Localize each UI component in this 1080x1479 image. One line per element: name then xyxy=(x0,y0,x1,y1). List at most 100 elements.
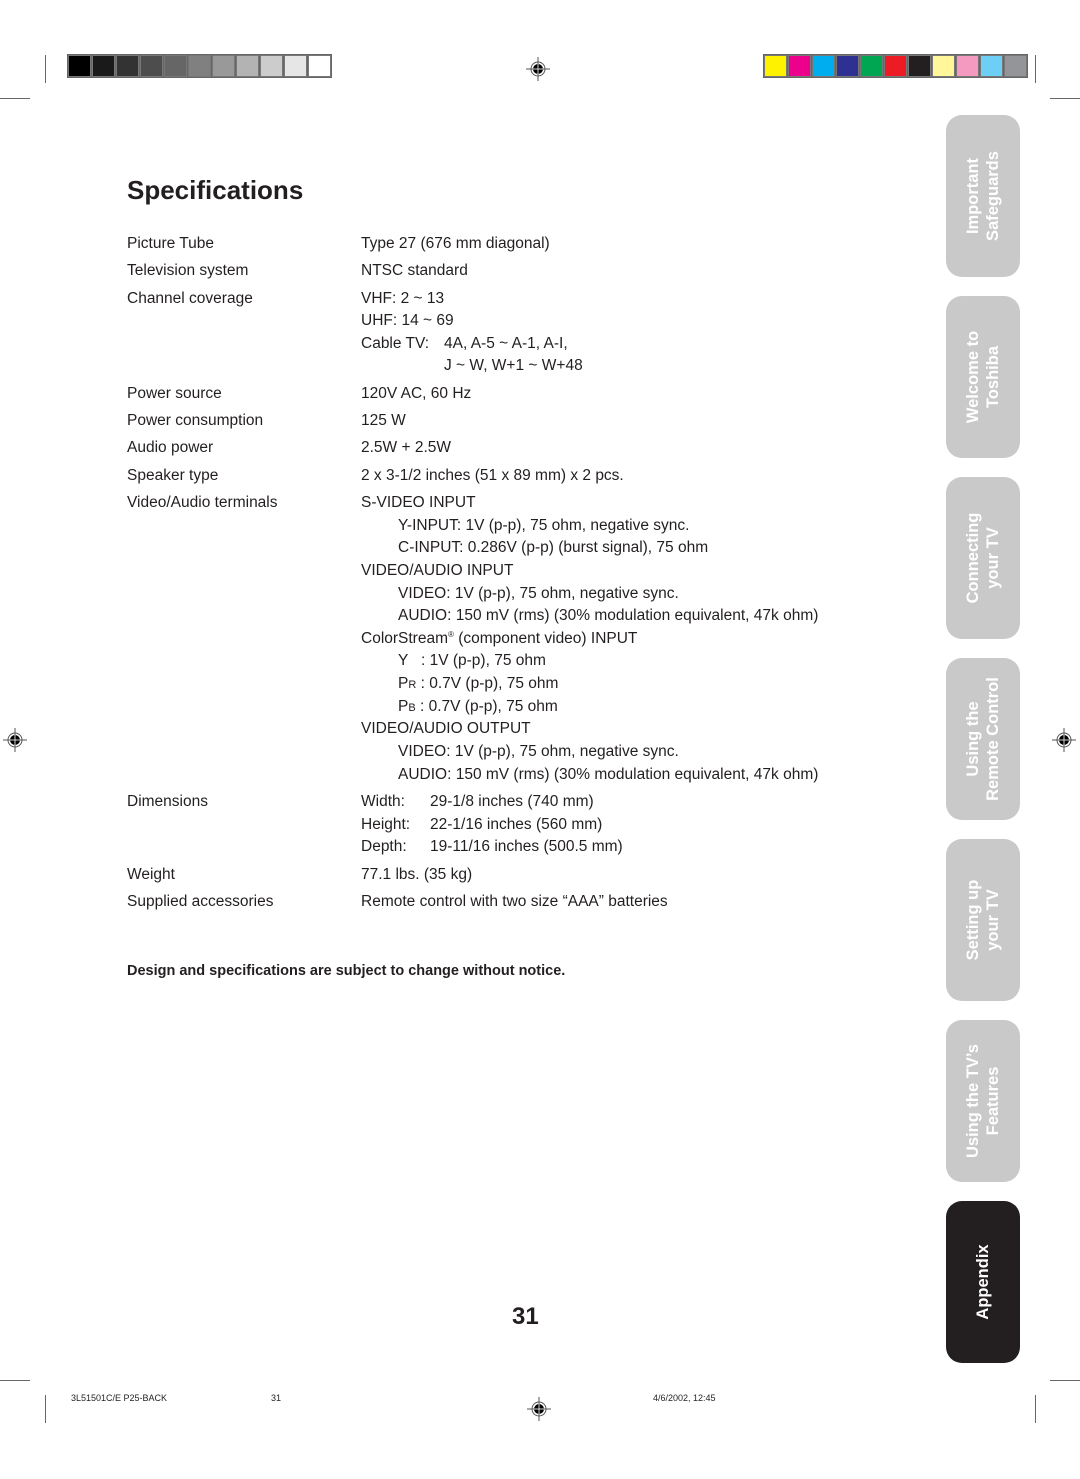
page-number: 31 xyxy=(512,1303,539,1330)
spec-value: Remote control with two size “AAA” batte… xyxy=(361,893,668,910)
spec-value: AUDIO: 150 mV (rms) (30% modulation equi… xyxy=(398,766,819,783)
section-tab-label: Using the Remote Control xyxy=(964,677,1002,801)
calibration-swatch xyxy=(860,55,883,77)
calibration-swatch xyxy=(140,55,163,77)
section-tab[interactable]: Welcome to Toshiba xyxy=(946,296,1020,458)
pr-value: : 0.7V (p-p), 75 ohm xyxy=(416,675,559,692)
calibration-swatch xyxy=(884,55,907,77)
colorstream-rest: (component video) INPUT xyxy=(453,630,638,648)
footer-page: 31 xyxy=(271,1393,282,1403)
spec-value: NTSC standard xyxy=(361,262,468,279)
calibration-swatch xyxy=(212,55,235,77)
spec-value: Y-INPUT: 1V (p-p), 75 ohm, negative sync… xyxy=(398,517,690,534)
spec-value: Type 27 (676 mm diagonal) xyxy=(361,235,550,252)
spec-value: Y : 1V (p-p), 75 ohm xyxy=(398,652,546,669)
calibration-swatch xyxy=(764,55,787,77)
crop-mark xyxy=(1050,98,1080,99)
calibration-swatch xyxy=(68,55,91,77)
spec-label: Television system xyxy=(127,262,249,279)
page-title: Specifications xyxy=(127,175,304,205)
section-tab-label: Using the TV’s Features xyxy=(964,1044,1002,1158)
section-tab[interactable]: Appendix xyxy=(946,1201,1020,1363)
spec-value: 2.5W + 2.5W xyxy=(361,439,452,456)
spec-value: AUDIO: 150 mV (rms) (30% modulation equi… xyxy=(398,607,819,624)
spec-label: Audio power xyxy=(127,439,214,456)
spec-value: 120V AC, 60 Hz xyxy=(361,385,472,402)
spec-value: Height: xyxy=(361,816,411,833)
pb-value: : 0.7V (p-p), 75 ohm xyxy=(415,698,558,715)
section-tab[interactable]: Important Safeguards xyxy=(946,115,1020,277)
section-tab[interactable]: Using the TV’s Features xyxy=(946,1020,1020,1182)
spec-value: VHF: 2 ~ 13 xyxy=(361,290,445,307)
section-tab-label: Welcome to Toshiba xyxy=(964,330,1002,424)
crop-mark xyxy=(0,98,30,99)
calibration-swatch xyxy=(980,55,1003,77)
spec-label: Dimensions xyxy=(127,793,208,810)
grayscale-calibration-bar xyxy=(67,54,332,78)
spec-value: S-VIDEO INPUT xyxy=(361,494,476,511)
crop-mark xyxy=(45,1395,46,1423)
spec-label: Power consumption xyxy=(127,412,264,429)
spec-value: VIDEO/AUDIO INPUT xyxy=(361,562,514,579)
notice-text: Design and specifications are subject to… xyxy=(127,963,566,979)
spec-value: 22-1/16 inches (560 mm) xyxy=(430,816,603,833)
spec-value: PR : 0.7V (p-p), 75 ohm xyxy=(398,675,558,693)
calibration-swatch xyxy=(1004,55,1027,77)
section-tab[interactable]: Setting up your TV xyxy=(946,839,1020,1001)
crop-mark xyxy=(0,1380,30,1381)
spec-value: 19-11/16 inches (500.5 mm) xyxy=(430,838,623,855)
colorstream-text: ColorStream xyxy=(361,630,448,648)
calibration-swatch xyxy=(836,55,859,77)
section-tab-label: Setting up your TV xyxy=(964,879,1002,961)
spec-value: Depth: xyxy=(361,838,407,855)
calibration-swatch xyxy=(284,55,307,77)
spec-value: 29-1/8 inches (740 mm) xyxy=(430,793,594,810)
crop-mark xyxy=(45,55,46,83)
spec-value: UHF: 14 ~ 69 xyxy=(361,312,454,329)
calibration-swatch xyxy=(116,55,139,77)
spec-value: C-INPUT: 0.286V (p-p) (burst signal), 75… xyxy=(398,539,709,556)
spec-label: Supplied accessories xyxy=(127,893,274,910)
spec-label: Weight xyxy=(127,866,175,883)
crop-mark xyxy=(1035,1395,1036,1423)
section-tab-label: Important Safeguards xyxy=(964,151,1002,241)
calibration-swatch xyxy=(932,55,955,77)
calibration-swatch xyxy=(908,55,931,77)
spec-value: VIDEO: 1V (p-p), 75 ohm, negative sync. xyxy=(398,743,679,760)
spec-label: Power source xyxy=(127,385,222,402)
spec-label: Video/Audio terminals xyxy=(127,494,278,511)
calibration-swatch xyxy=(236,55,259,77)
calibration-swatch xyxy=(812,55,835,77)
section-tab[interactable]: Connecting your TV xyxy=(946,477,1020,639)
spec-value: 77.1 lbs. (35 kg) xyxy=(361,866,473,883)
spec-value: VIDEO: 1V (p-p), 75 ohm, negative sync. xyxy=(398,585,679,602)
registration-mark-icon xyxy=(3,728,27,752)
footer-file: 3L51501C/E P25-BACK xyxy=(71,1393,168,1403)
section-tab-label: Connecting your TV xyxy=(964,512,1002,604)
spec-value: ColorStream® (component video) INPUT xyxy=(361,630,637,648)
section-tab-label: Appendix xyxy=(974,1244,992,1320)
spec-value: Width: xyxy=(361,793,405,810)
spec-label: Picture Tube xyxy=(127,235,215,252)
calibration-swatch xyxy=(956,55,979,77)
pb-p: P xyxy=(398,698,409,715)
spec-value: 4A, A-5 ~ A-1, A-I, xyxy=(444,335,568,352)
pb-sub: B xyxy=(408,702,416,714)
spec-value: 2 x 3-1/2 inches (51 x 89 mm) x 2 pcs. xyxy=(361,467,624,484)
registration-mark-icon xyxy=(1052,728,1076,752)
calibration-swatch xyxy=(188,55,211,77)
calibration-swatch xyxy=(92,55,115,77)
spec-label: Channel coverage xyxy=(127,290,253,307)
color-calibration-bar xyxy=(763,54,1028,78)
section-tab[interactable]: Using the Remote Control xyxy=(946,658,1020,820)
spec-value: 125 W xyxy=(361,412,406,429)
spec-value: VIDEO/AUDIO OUTPUT xyxy=(361,720,531,737)
registration-mark-icon xyxy=(527,1397,551,1421)
spec-value: Cable TV: xyxy=(361,335,430,352)
calibration-swatch xyxy=(260,55,283,77)
crop-mark xyxy=(1035,55,1036,83)
spec-label: Speaker type xyxy=(127,467,219,484)
footer-datetime: 4/6/2002, 12:45 xyxy=(653,1393,716,1403)
spec-value: PB : 0.7V (p-p), 75 ohm xyxy=(398,698,558,716)
calibration-swatch xyxy=(308,55,331,77)
